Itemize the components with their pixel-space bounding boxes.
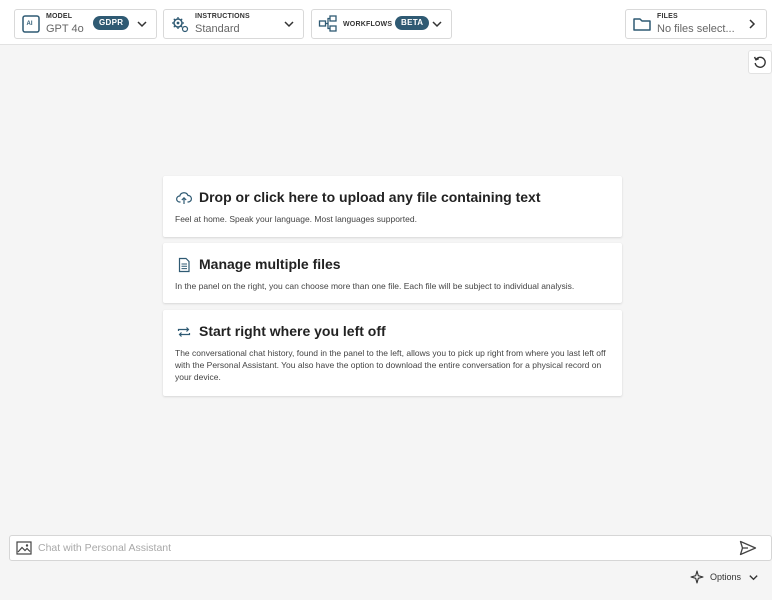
multiple-files-card: Manage multiple files In the panel on th… [163, 243, 622, 303]
card-body: In the panel on the right, you can choos… [175, 281, 575, 291]
instructions-value: Standard [195, 23, 240, 35]
refresh-icon [753, 56, 766, 68]
instructions-caption: INSTRUCTIONS [195, 13, 250, 20]
top-toolbar: AI MODEL GPT 4o GDPR INSTRUCTIONS Standa… [0, 0, 772, 45]
gdpr-badge: GDPR [93, 16, 130, 30]
model-caption: MODEL [46, 13, 73, 20]
card-title: Manage multiple files [199, 256, 341, 272]
card-body: The conversational chat history, found i… [175, 348, 606, 382]
files-value: No files select... [657, 23, 735, 35]
chevron-down-icon [749, 574, 758, 580]
cloud-upload-icon [176, 192, 192, 204]
instructions-selector[interactable]: INSTRUCTIONS Standard [163, 9, 304, 39]
card-title: Drop or click here to upload any file co… [199, 189, 541, 205]
sync-icon [177, 327, 191, 337]
chat-input[interactable] [38, 539, 728, 557]
beta-badge: BETA [395, 16, 430, 30]
chevron-down-icon [137, 21, 147, 28]
ai-chip-icon: AI [22, 15, 40, 33]
chevron-down-icon [432, 21, 442, 28]
files-selector[interactable]: FILES No files select... [625, 9, 767, 39]
workflow-icon [318, 15, 337, 32]
options-label: Options [710, 572, 742, 582]
gears-icon [172, 17, 189, 33]
svg-text:AI: AI [27, 21, 33, 27]
document-icon [178, 257, 190, 273]
folder-icon [633, 18, 651, 31]
upload-card[interactable]: Drop or click here to upload any file co… [163, 176, 622, 237]
options-button[interactable]: Options [690, 569, 766, 585]
send-icon[interactable] [739, 540, 757, 556]
workflows-caption: WORKFLOWS [343, 21, 393, 28]
sparkle-icon [690, 570, 704, 584]
image-upload-icon[interactable] [16, 541, 32, 555]
chevron-right-icon [749, 19, 756, 29]
files-caption: FILES [657, 13, 678, 20]
chat-input-bar [9, 535, 772, 561]
card-title: Start right where you left off [199, 323, 386, 339]
history-card: Start right where you left off The conve… [163, 310, 622, 396]
workflows-selector[interactable]: WORKFLOWS BETA [311, 9, 452, 39]
model-selector[interactable]: AI MODEL GPT 4o GDPR [14, 9, 157, 39]
reset-conversation-button[interactable] [748, 50, 772, 74]
chevron-down-icon [284, 21, 294, 28]
model-value: GPT 4o [46, 23, 84, 35]
card-body: Feel at home. Speak your language. Most … [175, 214, 417, 224]
